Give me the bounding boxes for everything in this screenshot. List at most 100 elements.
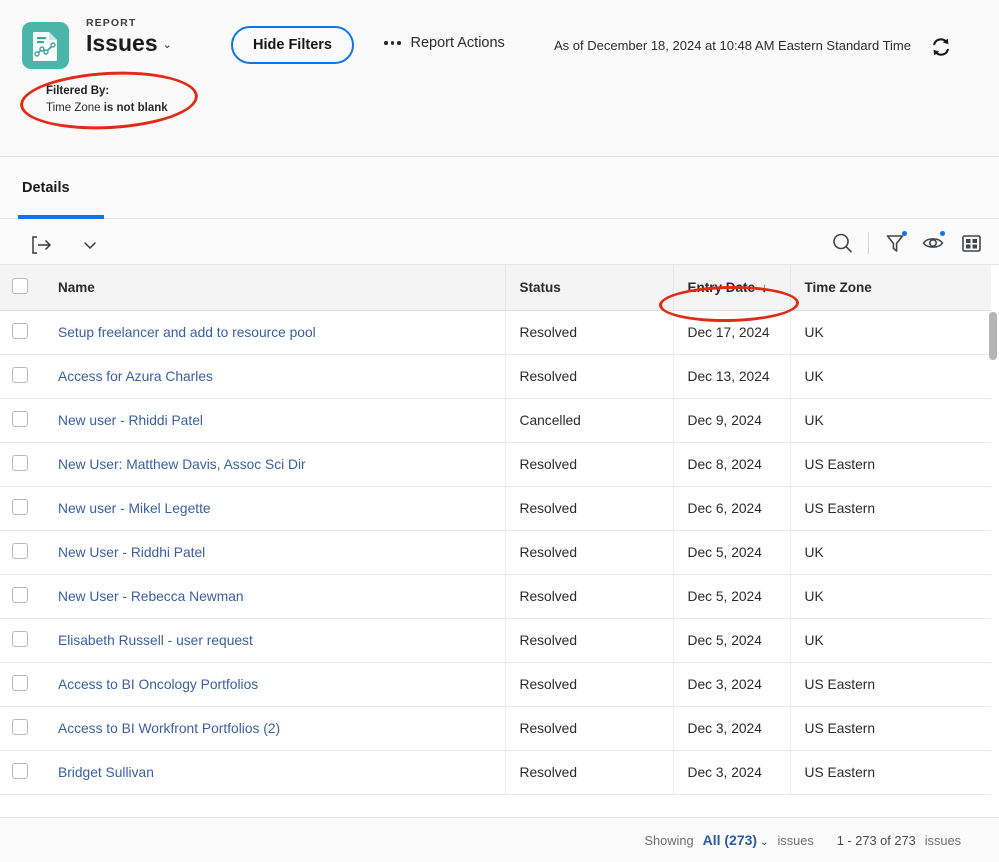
- report-page: REPORT Issues ⌄ Filtered By: Time Zone i…: [0, 0, 999, 862]
- cell-status: Resolved: [505, 310, 674, 355]
- cell-time-zone: UK: [790, 398, 991, 443]
- row-checkbox[interactable]: [12, 322, 28, 339]
- table-row[interactable]: Access to BI Workfront Portfolios (2) Res…: [0, 706, 991, 751]
- cell-time-zone: US Eastern: [790, 706, 991, 751]
- table-row[interactable]: New User: Matthew Davis, Assoc Sci Dir Re…: [0, 442, 991, 487]
- table-scrollbar-thumb[interactable]: [989, 312, 997, 360]
- filter-field: Time Zone: [46, 101, 104, 114]
- cell-status: Resolved: [505, 486, 674, 531]
- title-block: REPORT Issues ⌄: [86, 17, 172, 55]
- cell-entry-date: Dec 6, 2024: [673, 486, 791, 531]
- column-header-name[interactable]: Name: [44, 265, 506, 311]
- export-icon[interactable]: [26, 229, 58, 261]
- export-chevron-down-icon[interactable]: [74, 229, 106, 261]
- table-row[interactable]: New user - Mikel Legette Resolved Dec 6, 2…: [0, 486, 991, 531]
- table-row[interactable]: Bridget Sullivan Resolved Dec 3, 2024 US Ea…: [0, 750, 991, 795]
- cell-name: New user - Mikel Legette: [44, 486, 506, 531]
- cell-name: Setup freelancer and add to resource poo…: [44, 310, 506, 355]
- issue-name-link[interactable]: New User: Matthew Davis, Assoc Sci Dir: [58, 457, 306, 472]
- issue-name-link[interactable]: Setup freelancer and add to resource poo…: [58, 325, 316, 340]
- filter-funnel-icon[interactable]: [879, 227, 911, 259]
- row-checkbox[interactable]: [12, 366, 28, 383]
- row-select-cell: [0, 750, 44, 795]
- issue-name-link[interactable]: Access to BI Workfront Portfolios (2): [58, 721, 280, 736]
- cell-name: New User - Rebecca Newman: [44, 574, 506, 619]
- column-header-entry-date[interactable]: Entry Date ↓: [673, 265, 791, 311]
- row-checkbox[interactable]: [12, 454, 28, 471]
- report-actions-label: Report Actions: [410, 35, 505, 51]
- row-select-cell: [0, 354, 44, 399]
- table-row[interactable]: Elisabeth Russell - user request Resolved…: [0, 618, 991, 663]
- tab-bar: Details: [0, 157, 999, 219]
- row-select-cell: [0, 662, 44, 707]
- grid-layout-icon[interactable]: [955, 227, 987, 259]
- cell-time-zone: UK: [790, 354, 991, 399]
- table-row[interactable]: New User - Riddhi Patel Resolved Dec 5, 20…: [0, 530, 991, 575]
- filtered-by-label: Filtered By:: [46, 85, 110, 97]
- cell-status: Resolved: [505, 706, 674, 751]
- title-chevron-down-icon[interactable]: ⌄: [163, 38, 172, 55]
- eye-icon[interactable]: [917, 227, 949, 259]
- table-header: Name Status Entry Date ↓ Time Zone: [0, 265, 991, 311]
- sort-descending-icon: ↓: [761, 279, 768, 295]
- filtered-by-value: Time Zone is not blank: [46, 100, 168, 117]
- refresh-icon[interactable]: [928, 34, 954, 60]
- table-scrollbar[interactable]: [989, 312, 997, 790]
- cell-entry-date: Dec 3, 2024: [673, 706, 791, 751]
- report-actions-button[interactable]: Report Actions: [384, 35, 505, 51]
- row-checkbox[interactable]: [12, 586, 28, 603]
- cell-name: New User: Matthew Davis, Assoc Sci Dir: [44, 442, 506, 487]
- issue-name-link[interactable]: New User - Rebecca Newman: [58, 589, 244, 604]
- filter-active-dot: [902, 231, 907, 236]
- showing-count-label: All (273): [702, 832, 758, 848]
- ellipsis-icon: [384, 41, 401, 45]
- table-row[interactable]: New user - Rhiddi Patel Cancelled Dec 9, 2…: [0, 398, 991, 443]
- row-checkbox[interactable]: [12, 674, 28, 691]
- column-header-time-zone[interactable]: Time Zone: [790, 265, 991, 311]
- hide-filters-button[interactable]: Hide Filters: [231, 26, 354, 64]
- cell-time-zone: US Eastern: [790, 442, 991, 487]
- cell-entry-date: Dec 3, 2024: [673, 662, 791, 707]
- cell-name: Elisabeth Russell - user request: [44, 618, 506, 663]
- issue-name-link[interactable]: Elisabeth Russell - user request: [58, 633, 253, 648]
- row-checkbox[interactable]: [12, 630, 28, 647]
- search-icon[interactable]: [826, 227, 858, 259]
- issue-name-link[interactable]: New User - Riddhi Patel: [58, 545, 205, 560]
- row-checkbox[interactable]: [12, 718, 28, 735]
- issue-name-link[interactable]: Access to BI Oncology Portfolios: [58, 677, 258, 692]
- table-row[interactable]: Access to BI Oncology Portfolios Resolved…: [0, 662, 991, 707]
- table-toolbar: [0, 219, 999, 265]
- table-row[interactable]: Access for Azura Charles Resolved Dec 13, …: [0, 354, 991, 399]
- cell-entry-date: Dec 5, 2024: [673, 530, 791, 575]
- issue-name-link[interactable]: New user - Mikel Legette: [58, 501, 211, 516]
- issue-name-link[interactable]: Bridget Sullivan: [58, 765, 154, 780]
- table-footer: Showing All (273) ⌄ issues 1 - 273 of 273…: [0, 817, 999, 862]
- pagination-range: 1 - 273 of 273: [836, 832, 916, 848]
- visibility-active-dot: [940, 231, 945, 236]
- cell-entry-date: Dec 9, 2024: [673, 398, 791, 443]
- issue-name-link[interactable]: New user - Rhiddi Patel: [58, 413, 203, 428]
- table-row[interactable]: New User - Rebecca Newman Resolved Dec 5, …: [0, 574, 991, 619]
- column-header-status[interactable]: Status: [505, 265, 674, 311]
- page-header: REPORT Issues ⌄ Filtered By: Time Zone i…: [0, 0, 999, 157]
- row-checkbox[interactable]: [12, 762, 28, 779]
- tab-details[interactable]: Details: [18, 157, 104, 219]
- row-select-cell: [0, 618, 44, 663]
- row-checkbox[interactable]: [12, 542, 28, 559]
- cell-entry-date: Dec 8, 2024: [673, 442, 791, 487]
- select-all-header: [0, 265, 44, 311]
- page-title: Issues: [86, 30, 158, 56]
- issue-name-link[interactable]: Access for Azura Charles: [58, 369, 213, 384]
- row-checkbox[interactable]: [12, 498, 28, 515]
- cell-name: New user - Rhiddi Patel: [44, 398, 506, 443]
- row-checkbox[interactable]: [12, 410, 28, 427]
- table-body: Setup freelancer and add to resource poo…: [0, 310, 991, 795]
- filtered-by: Filtered By: Time Zone is not blank: [46, 83, 168, 116]
- page-eyebrow: REPORT: [86, 17, 137, 29]
- showing-count-dropdown[interactable]: All (273) ⌄: [703, 832, 769, 848]
- row-select-cell: [0, 706, 44, 751]
- cell-status: Resolved: [505, 442, 674, 487]
- cell-entry-date: Dec 5, 2024: [673, 618, 791, 663]
- select-all-checkbox[interactable]: [12, 277, 28, 294]
- table-row[interactable]: Setup freelancer and add to resource poo…: [0, 310, 991, 355]
